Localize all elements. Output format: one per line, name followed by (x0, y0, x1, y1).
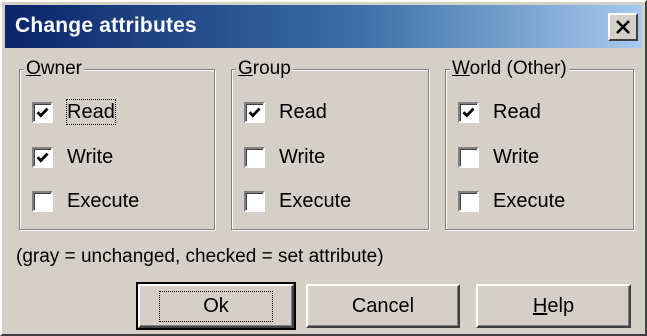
owner-group-legend: Owner (24, 58, 84, 80)
world-group: World (Other) Read Write Execute (445, 58, 634, 230)
owner-read-label: Read (66, 99, 116, 125)
world-read-checkbox[interactable]: Read (458, 100, 541, 124)
close-button[interactable] (608, 13, 638, 41)
world-execute-label: Execute (493, 190, 566, 212)
checkbox-box[interactable] (458, 146, 479, 168)
group-read-checkbox[interactable]: Read (244, 100, 327, 124)
dialog-title: Change attributes (15, 14, 197, 37)
group-group: Group Read Write Execute (231, 58, 429, 230)
cancel-button[interactable]: Cancel (306, 284, 460, 328)
group-execute-checkbox[interactable]: Execute (244, 189, 351, 213)
checkbox-box[interactable] (32, 146, 53, 168)
world-write-label: Write (493, 146, 540, 168)
checkbox-box[interactable] (32, 190, 53, 212)
group-group-legend: Group (236, 58, 293, 80)
help-button[interactable]: Help (476, 284, 631, 328)
checkbox-box[interactable] (244, 101, 265, 123)
owner-group: Owner Read Write Execute (19, 58, 215, 230)
checkbox-box[interactable] (244, 190, 265, 212)
checkbox-box[interactable] (458, 190, 479, 212)
checkmark-icon (248, 107, 261, 118)
close-icon (616, 20, 630, 34)
group-write-checkbox[interactable]: Write (244, 145, 325, 169)
world-write-checkbox[interactable]: Write (458, 145, 539, 169)
ok-button-label: Ok (159, 290, 273, 322)
ok-button[interactable]: Ok (136, 282, 296, 330)
group-read-label: Read (279, 101, 327, 123)
change-attributes-dialog: Change attributes Owner Read Write Execu… (0, 0, 647, 336)
group-write-label: Write (279, 146, 326, 168)
owner-write-checkbox[interactable]: Write (32, 145, 113, 169)
checkbox-box[interactable] (458, 101, 479, 123)
checkmark-icon (36, 152, 49, 163)
owner-read-checkbox[interactable]: Read (32, 99, 116, 125)
checkmark-icon (36, 107, 49, 118)
title-bar[interactable]: Change attributes (5, 5, 642, 48)
hint-text: (gray = unchanged, checked = set attribu… (16, 246, 384, 267)
world-group-legend: World (Other) (450, 58, 569, 80)
world-execute-checkbox[interactable]: Execute (458, 189, 565, 213)
checkmark-icon (462, 107, 475, 118)
owner-execute-checkbox[interactable]: Execute (32, 189, 139, 213)
checkbox-box[interactable] (32, 101, 53, 123)
owner-execute-label: Execute (67, 190, 140, 212)
help-button-label: Help (532, 294, 575, 317)
group-execute-label: Execute (279, 190, 352, 212)
owner-write-label: Write (67, 146, 114, 168)
cancel-button-label: Cancel (351, 294, 415, 317)
checkbox-box[interactable] (244, 146, 265, 168)
world-read-label: Read (493, 101, 541, 123)
